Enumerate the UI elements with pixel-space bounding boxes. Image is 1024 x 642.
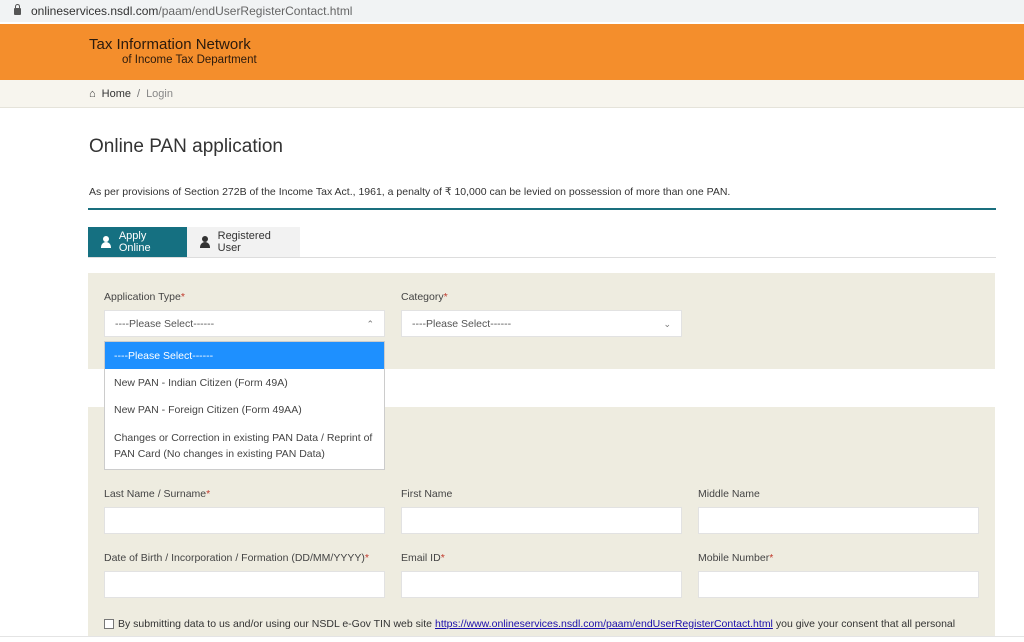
- category-select[interactable]: ----Please Select------ ⌄: [401, 310, 682, 337]
- email-input[interactable]: [401, 571, 682, 598]
- tab-label: Registered User: [217, 230, 271, 254]
- application-type-dropdown: ----Please Select------ New PAN - Indian…: [104, 341, 385, 470]
- consent-checkbox[interactable]: [104, 619, 114, 629]
- consent-row: By submitting data to us and/or using ou…: [104, 618, 955, 630]
- consent-link[interactable]: https://www.onlineservices.nsdl.com/paam…: [435, 618, 773, 630]
- last-name-input[interactable]: [104, 507, 385, 534]
- dropdown-option[interactable]: New PAN - Foreign Citizen (Form 49AA): [105, 396, 384, 423]
- url-path: /paam/endUserRegisterContact.html: [158, 4, 353, 18]
- middle-name-input[interactable]: [698, 507, 979, 534]
- select-value: ----Please Select------: [412, 317, 512, 330]
- dropdown-option[interactable]: ----Please Select------: [105, 342, 384, 369]
- tab-registered-user[interactable]: Registered User: [187, 227, 300, 257]
- tab-label: Apply Online: [118, 230, 151, 254]
- first-name-input[interactable]: [401, 507, 682, 534]
- page-title: Online PAN application: [89, 136, 283, 157]
- site-header: Tax Information Network of Income Tax De…: [0, 24, 1024, 80]
- breadcrumb-current: Login: [146, 87, 173, 100]
- site-title: Tax Information Network: [89, 36, 251, 53]
- user-icon: [199, 236, 210, 248]
- breadcrumb: ⌂ Home / Login: [0, 80, 1024, 108]
- user-plus-icon: [100, 236, 111, 248]
- address-bar[interactable]: onlineservices.nsdl.com/paam/endUserRegi…: [0, 0, 1024, 22]
- lock-icon: [14, 3, 21, 15]
- category-label: Category*: [401, 291, 448, 303]
- breadcrumb-home[interactable]: Home: [102, 88, 131, 100]
- mobile-input[interactable]: [698, 571, 979, 598]
- url-host: onlineservices.nsdl.com: [31, 4, 159, 18]
- dob-input[interactable]: [104, 571, 385, 598]
- middle-name-label: Middle Name: [698, 488, 760, 500]
- page-bottom: [0, 636, 1024, 642]
- first-name-label: First Name: [401, 488, 453, 500]
- dob-label: Date of Birth / Incorporation / Formatio…: [104, 552, 369, 564]
- application-type-label: Application Type*: [104, 291, 185, 303]
- dropdown-option[interactable]: New PAN - Indian Citizen (Form 49A): [105, 369, 384, 396]
- chevron-up-icon: ⌃: [366, 319, 374, 329]
- dropdown-option[interactable]: Changes or Correction in existing PAN Da…: [105, 423, 384, 469]
- home-icon[interactable]: ⌂: [89, 88, 96, 100]
- select-value: ----Please Select------: [115, 317, 215, 330]
- divider: [88, 208, 996, 210]
- penalty-notice: As per provisions of Section 272B of the…: [89, 186, 731, 198]
- consent-text-continued: you give your consent that all personal: [775, 618, 956, 630]
- email-label: Email ID*: [401, 552, 445, 564]
- tab-apply-online[interactable]: Apply Online: [88, 227, 187, 257]
- breadcrumb-separator: /: [137, 87, 141, 100]
- consent-text: By submitting data to us and/or using ou…: [118, 618, 432, 630]
- last-name-label: Last Name / Surname*: [104, 488, 211, 500]
- site-subtitle: of Income Tax Department: [122, 54, 257, 66]
- chevron-down-icon: ⌄: [663, 319, 671, 329]
- application-type-select[interactable]: ----Please Select------ ⌃: [104, 310, 385, 337]
- tab-bar: Apply Online Registered User: [88, 227, 996, 258]
- mobile-label: Mobile Number*: [698, 552, 774, 564]
